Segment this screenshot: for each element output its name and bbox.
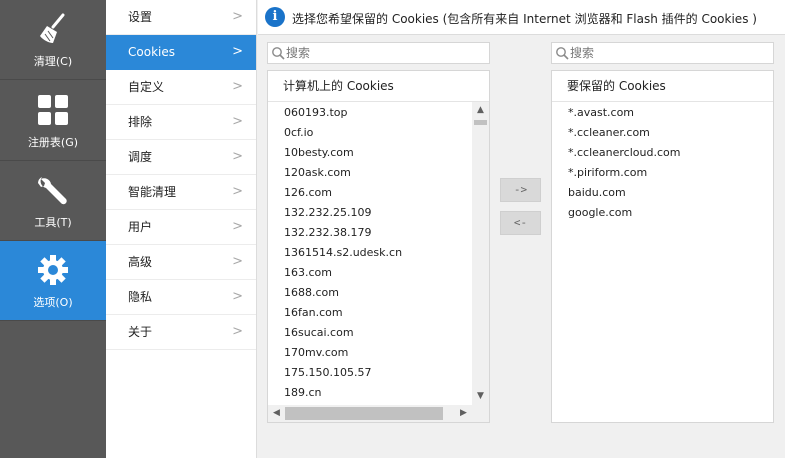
scroll-down-icon[interactable]: ▼ <box>472 388 489 405</box>
submenu-item-smart-clean[interactable]: 智能清理 > <box>106 175 256 210</box>
move-left-button[interactable]: <- <box>500 211 541 235</box>
submenu-item-users[interactable]: 用户 > <box>106 210 256 245</box>
computer-cookies-list: 计算机上的 Cookies 060193.top 0cf.io 10besty.… <box>267 70 490 423</box>
list-item[interactable]: google.com <box>552 203 773 223</box>
list-item[interactable]: 132.232.38.179 <box>268 223 472 243</box>
nav-item-options[interactable]: 选项(O) <box>0 241 106 321</box>
list-item[interactable]: 189.cn <box>268 383 472 403</box>
nav-item-clean[interactable]: 清理(C) <box>0 0 106 80</box>
kept-cookies-list: 要保留的 Cookies *.avast.com *.ccleaner.com … <box>551 70 774 423</box>
vertical-scrollbar[interactable]: ▲ ▼ <box>472 102 489 405</box>
horizontal-scrollbar[interactable]: ◀ ▶ <box>268 405 472 422</box>
submenu-label: 设置 <box>128 10 153 24</box>
list-title: 计算机上的 Cookies <box>268 71 489 102</box>
list-item[interactable]: 0cf.io <box>268 123 472 143</box>
chevron-right-icon: > <box>232 254 243 269</box>
list-item[interactable]: 120ask.com <box>268 163 472 183</box>
left-search-input[interactable] <box>286 44 485 62</box>
broom-icon <box>40 13 65 43</box>
list-item[interactable]: baidu.com <box>552 183 773 203</box>
list-item[interactable]: 163.com <box>268 263 472 283</box>
submenu-label: 关于 <box>128 325 153 339</box>
nav-label: 选项(O) <box>33 296 73 309</box>
submenu-label: Cookies <box>128 45 175 59</box>
submenu-label: 自定义 <box>128 80 165 94</box>
nav-label: 注册表(G) <box>27 136 79 149</box>
move-right-button[interactable]: -> <box>500 178 541 202</box>
submenu-item-settings[interactable]: 设置 > <box>106 0 256 35</box>
list-item[interactable]: *.ccleaner.com <box>552 123 773 143</box>
header-text: 选择您希望保留的 Cookies (包含所有来自 Internet 浏览器和 F… <box>292 12 757 26</box>
info-icon: i <box>265 7 285 27</box>
right-search-box <box>551 42 774 64</box>
nav-item-registry[interactable]: 注册表(G) <box>0 81 106 161</box>
list-item[interactable]: 132.232.25.109 <box>268 203 472 223</box>
list-item[interactable]: 170mv.com <box>268 343 472 363</box>
chevron-right-icon: > <box>232 114 243 129</box>
scroll-up-icon[interactable]: ▲ <box>472 102 489 119</box>
submenu-item-privacy[interactable]: 隐私 > <box>106 280 256 315</box>
list-item[interactable]: 126.com <box>268 183 472 203</box>
list-item[interactable]: 175.150.105.57 <box>268 363 472 383</box>
nav-item-tools[interactable]: 工具(T) <box>0 161 106 241</box>
cookies-panel: i 选择您希望保留的 Cookies (包含所有来自 Internet 浏览器和… <box>258 0 785 458</box>
scroll-corner <box>472 405 489 422</box>
options-submenu: 设置 > Cookies > 自定义 > 排除 > 调度 > 智能清理 > 用户 > 高级 > … <box>106 0 257 458</box>
list-item[interactable]: *.piriform.com <box>552 163 773 183</box>
scroll-thumb[interactable] <box>474 120 487 125</box>
right-search-input[interactable] <box>570 44 769 62</box>
wrench-icon <box>38 177 67 205</box>
grid-icon <box>38 95 68 125</box>
list-item[interactable]: 16sucai.com <box>268 323 472 343</box>
chevron-right-icon: > <box>232 44 243 59</box>
main-nav: 清理(C) 注册表(G) 工具(T) 选项(O) <box>0 0 106 458</box>
chevron-right-icon: > <box>232 324 243 339</box>
submenu-label: 排除 <box>128 115 153 129</box>
list-item[interactable]: *.ccleanercloud.com <box>552 143 773 163</box>
list-item[interactable]: 10besty.com <box>268 143 472 163</box>
list-item[interactable]: 1688.com <box>268 283 472 303</box>
list-item[interactable]: 060193.top <box>268 103 472 123</box>
submenu-label: 隐私 <box>128 290 153 304</box>
chevron-right-icon: > <box>232 219 243 234</box>
submenu-item-schedule[interactable]: 调度 > <box>106 140 256 175</box>
scroll-right-icon[interactable]: ▶ <box>455 405 472 422</box>
submenu-label: 智能清理 <box>128 185 177 199</box>
chevron-right-icon: > <box>232 184 243 199</box>
submenu-item-exclude[interactable]: 排除 > <box>106 105 256 140</box>
chevron-right-icon: > <box>232 149 243 164</box>
submenu-label: 调度 <box>128 150 153 164</box>
submenu-item-cookies[interactable]: Cookies > <box>106 35 256 70</box>
search-icon <box>272 47 285 60</box>
submenu-item-about[interactable]: 关于 > <box>106 315 256 350</box>
list-body: *.avast.com *.ccleaner.com *.ccleanerclo… <box>552 102 773 422</box>
chevron-right-icon: > <box>232 9 243 24</box>
left-search-box <box>267 42 490 64</box>
list-body: 060193.top 0cf.io 10besty.com 120ask.com… <box>268 102 472 405</box>
scroll-thumb[interactable] <box>285 407 443 420</box>
list-item[interactable]: 16fan.com <box>268 303 472 323</box>
submenu-item-custom[interactable]: 自定义 > <box>106 70 256 105</box>
submenu-label: 高级 <box>128 255 153 269</box>
info-header: i 选择您希望保留的 Cookies (包含所有来自 Internet 浏览器和… <box>258 0 785 35</box>
search-icon <box>556 47 569 60</box>
nav-label: 清理(C) <box>33 55 73 68</box>
nav-label: 工具(T) <box>34 216 72 229</box>
scroll-left-icon[interactable]: ◀ <box>268 405 285 422</box>
list-item[interactable]: 1361514.s2.udesk.cn <box>268 243 472 263</box>
submenu-item-advanced[interactable]: 高级 > <box>106 245 256 280</box>
chevron-right-icon: > <box>232 79 243 94</box>
chevron-right-icon: > <box>232 289 243 304</box>
list-title: 要保留的 Cookies <box>552 71 773 102</box>
gear-icon <box>38 255 68 285</box>
list-item[interactable]: *.avast.com <box>552 103 773 123</box>
submenu-label: 用户 <box>128 220 153 234</box>
